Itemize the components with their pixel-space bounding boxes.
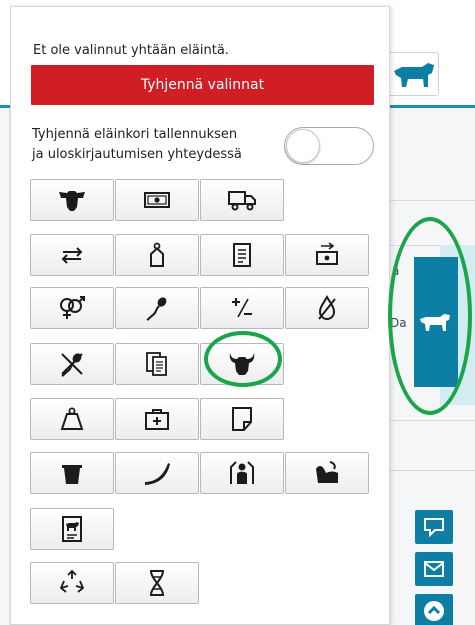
document-list-icon [233,243,251,267]
clear-selections-button[interactable]: Tyhjennä valinnat [31,65,374,105]
cow-head-button[interactable] [30,179,114,221]
document-list-button[interactable] [200,234,284,276]
plus-minus-icon [232,298,252,318]
dna-button[interactable] [115,562,199,604]
left-edge-panel [0,108,10,625]
calving-button[interactable] [200,452,284,494]
dna-icon [150,570,164,596]
recycle-icon [59,569,85,593]
transport-button[interactable] [200,179,284,221]
copy-documents-button[interactable] [115,343,199,385]
transfer-button[interactable] [30,234,114,276]
dry-drop-icon [318,294,336,320]
copy-documents-icon [146,352,167,376]
feeding-icon [316,461,338,483]
truck-icon [228,191,256,211]
toggle-label-line: Tyhjennä eläinkori tallennuksen [32,127,238,142]
horn-icon [145,463,170,485]
ear-tag-icon [150,242,164,267]
empty-selection-message: Et ole valinnut yhtään eläintä. [33,43,229,58]
horn-button[interactable] [115,452,199,494]
divider [389,200,475,201]
first-aid-kit-icon [145,409,169,430]
gender-symbols-icon [60,296,85,319]
milk-bucket-icon [62,465,82,484]
scroll-top-button[interactable] [415,594,453,625]
cash-icon [144,192,170,208]
divider [389,420,475,421]
message-button[interactable] [415,552,453,586]
insemination-button[interactable] [115,287,199,329]
animal-tab[interactable] [387,52,439,96]
note-button[interactable] [200,398,284,440]
transfer-arrows-icon [61,247,83,264]
calving-icon [230,461,254,484]
cow-icon [394,63,434,87]
weight-icon [60,407,84,430]
envelope-icon [424,561,444,577]
toggle-label: Tyhjennä eläinkori tallennuksen ja ulosk… [32,125,292,165]
no-insemination-icon [61,353,83,377]
toggle-label-line: ja uloskirjautumisen yhteydessä [32,147,242,162]
money-exchange-icon [316,242,338,265]
note-icon [232,407,252,431]
chat-icon [424,518,444,537]
milk-button[interactable] [30,452,114,494]
medical-button[interactable] [115,398,199,440]
animal-report-icon [62,516,82,542]
divider [389,470,475,471]
toggle-knob[interactable] [286,129,320,163]
highlight-circle [388,217,472,415]
plus-minus-button[interactable] [200,287,284,329]
clear-basket-toggle[interactable] [284,127,374,165]
insemination-icon [146,297,167,321]
no-insemination-button[interactable] [30,343,114,385]
recycle-button[interactable] [30,562,114,604]
cash-button[interactable] [115,179,199,221]
animal-report-button[interactable] [30,508,114,550]
weight-button[interactable] [30,398,114,440]
chevron-up-icon [424,601,444,621]
chat-button[interactable] [415,510,453,544]
gender-button[interactable] [30,287,114,329]
money-exchange-button[interactable] [285,234,369,276]
dry-off-button[interactable] [285,287,369,329]
cow-head-icon [59,191,85,211]
highlight-circle [204,331,282,387]
feeding-button[interactable] [285,452,369,494]
ear-tag-button[interactable] [115,234,199,276]
